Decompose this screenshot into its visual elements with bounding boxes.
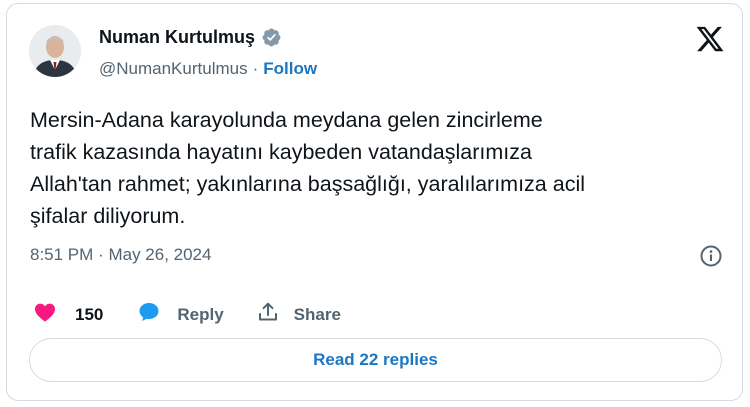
tweet-timestamp[interactable]: 8:51 PM · May 26, 2024 — [30, 245, 211, 265]
read-replies-label: Read 22 replies — [313, 350, 438, 369]
author-name[interactable]: Numan Kurtulmuş — [99, 27, 255, 48]
share-label: Share — [293, 304, 341, 324]
avatar[interactable] — [29, 25, 81, 77]
tweet-date: May 26, 2024 — [108, 245, 212, 264]
share-icon — [256, 300, 280, 329]
author-handle-row: @NumanKurtulmus · Follow — [99, 59, 317, 79]
tweet-line: Mersin-Adana karayolunda meydana gelen z… — [30, 108, 543, 132]
follow-button[interactable]: Follow — [263, 59, 317, 78]
author-handle[interactable]: @NumanKurtulmus — [99, 59, 248, 78]
verified-badge-icon — [261, 27, 282, 48]
separator-dot: · — [98, 245, 104, 264]
heart-icon — [33, 300, 57, 329]
action-bar: 150 Reply Share — [33, 300, 341, 329]
x-logo-icon[interactable] — [695, 24, 725, 54]
share-button[interactable]: Share — [256, 300, 341, 329]
separator-dot: · — [252, 59, 259, 78]
tweet-line: şifalar diliyorum. — [30, 204, 186, 228]
reply-button[interactable]: Reply — [137, 300, 224, 329]
tweet-line: Allah'tan rahmet; yakınlarına başsağlığı… — [30, 172, 586, 196]
info-icon[interactable] — [699, 244, 723, 268]
like-button[interactable]: 150 — [33, 300, 103, 329]
like-count: 150 — [75, 304, 104, 324]
reply-bubble-icon — [137, 300, 161, 329]
tweet-card: Numan Kurtulmuş @NumanKurtulmus · Follow M… — [6, 3, 743, 401]
tweet-time: 8:51 PM — [30, 245, 94, 264]
tweet-line: trafik kazasında hayatını kaybeden vatan… — [30, 140, 532, 164]
read-replies-button[interactable]: Read 22 replies — [29, 338, 722, 382]
tweet-text: Mersin-Adana karayolunda meydana gelen z… — [30, 104, 710, 232]
reply-label: Reply — [177, 304, 224, 324]
author-name-row: Numan Kurtulmuş — [99, 27, 282, 48]
